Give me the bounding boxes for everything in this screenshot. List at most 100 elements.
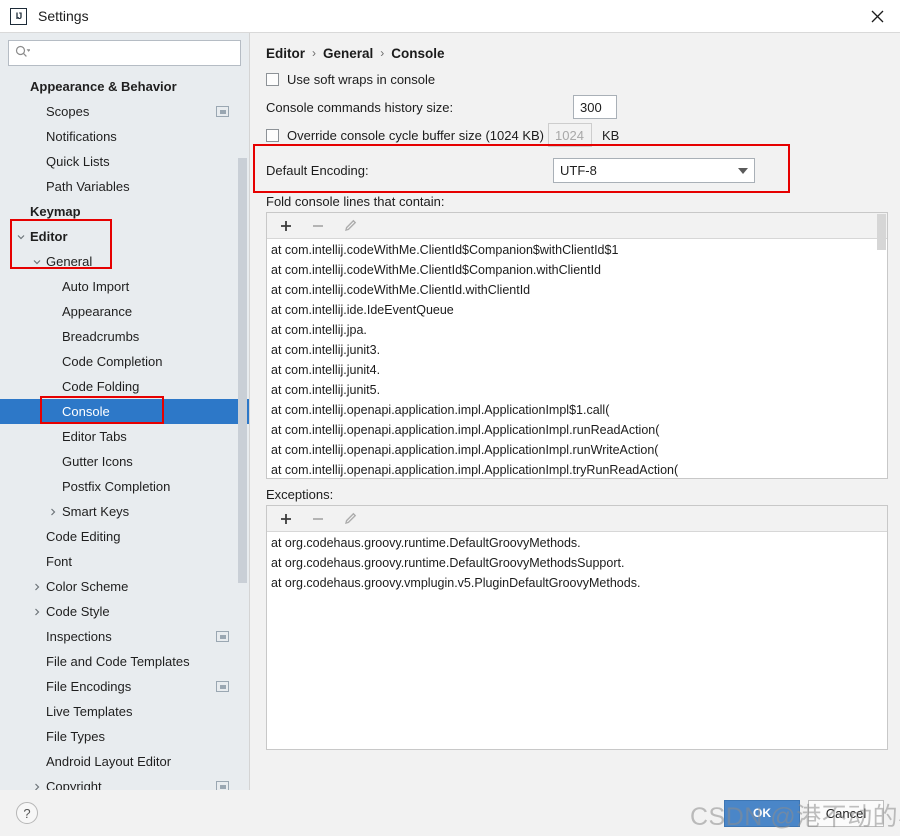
sidebar-item-inspections[interactable]: Inspections: [0, 624, 249, 649]
sidebar-item-postfix-completion[interactable]: Postfix Completion: [0, 474, 249, 499]
sidebar-item-appearance-behavior[interactable]: Appearance & Behavior: [0, 74, 249, 99]
chevron-down-icon: [738, 167, 748, 174]
list-item[interactable]: at com.intellij.openapi.application.impl…: [267, 440, 887, 460]
fold-lines-label: Fold console lines that contain:: [266, 194, 445, 209]
add-icon[interactable]: [277, 217, 295, 235]
fold-list-scrollbar-thumb[interactable]: [877, 214, 886, 250]
sidebar-scrollbar-thumb[interactable]: [238, 158, 247, 583]
history-size-row: Console commands history size: 300: [266, 93, 888, 121]
override-buffer-checkbox[interactable]: [266, 128, 279, 142]
list-item[interactable]: at com.intellij.openapi.application.impl…: [267, 400, 887, 420]
sidebar-item-label: File and Code Templates: [46, 653, 190, 669]
title-bar: IJ Settings: [0, 0, 900, 33]
list-item[interactable]: at org.codehaus.groovy.vmplugin.v5.Plugi…: [267, 573, 887, 593]
list-item[interactable]: at com.intellij.junit5.: [267, 380, 887, 400]
sidebar-item-scopes[interactable]: Scopes: [0, 99, 249, 124]
close-icon[interactable]: [854, 0, 900, 32]
sidebar-item-code-editing[interactable]: Code Editing: [0, 524, 249, 549]
footer-buttons: OK Cancel: [724, 799, 884, 827]
buffer-size-input[interactable]: 1024: [548, 123, 592, 147]
sidebar-item-label: File Encodings: [46, 678, 132, 694]
fold-lines-toolbar: [267, 213, 887, 239]
help-button[interactable]: ?: [16, 802, 38, 824]
exceptions-list[interactable]: at org.codehaus.groovy.runtime.DefaultGr…: [267, 532, 887, 749]
list-item[interactable]: at com.intellij.junit4.: [267, 360, 887, 380]
sidebar-item-auto-import[interactable]: Auto Import: [0, 274, 249, 299]
breadcrumb-item-editor[interactable]: Editor: [266, 46, 305, 61]
sidebar-item-keymap[interactable]: Keymap: [0, 199, 249, 224]
sidebar-item-general[interactable]: General: [0, 249, 249, 274]
list-item[interactable]: at com.intellij.codeWithMe.ClientId$Comp…: [267, 240, 887, 260]
sidebar-item-label: Keymap: [30, 203, 81, 219]
sidebar-item-gutter-icons[interactable]: Gutter Icons: [0, 449, 249, 474]
soft-wraps-row[interactable]: Use soft wraps in console: [266, 66, 888, 92]
sidebar-item-color-scheme[interactable]: Color Scheme: [0, 574, 249, 599]
add-icon[interactable]: [277, 510, 295, 528]
settings-content: Editor › General › Console Use soft wraps in…: [250, 33, 900, 790]
project-scope-icon: [216, 781, 229, 790]
sidebar-item-label: Code Completion: [62, 353, 163, 369]
sidebar-item-copyright[interactable]: Copyright: [0, 774, 249, 790]
chevron-right-icon: [46, 505, 60, 519]
sidebar-item-file-types[interactable]: File Types: [0, 724, 249, 749]
breadcrumb-item-console[interactable]: Console: [391, 46, 444, 61]
sidebar-item-console[interactable]: Console: [0, 399, 249, 424]
settings-dialog: IJ Settings Appearance & Behavior Scopes…: [0, 0, 900, 836]
list-item[interactable]: at com.intellij.ide.IdeEventQueue: [267, 300, 887, 320]
breadcrumb-separator: ›: [380, 46, 385, 60]
breadcrumb: Editor › General › Console: [266, 33, 888, 65]
list-item[interactable]: at com.intellij.openapi.application.impl…: [267, 420, 887, 440]
sidebar-item-label: Console: [62, 403, 110, 419]
sidebar-item-code-style[interactable]: Code Style: [0, 599, 249, 624]
override-buffer-row[interactable]: Override console cycle buffer size (1024…: [266, 122, 888, 148]
sidebar-item-android-layout-editor[interactable]: Android Layout Editor: [0, 749, 249, 774]
sidebar-item-path-variables[interactable]: Path Variables: [0, 174, 249, 199]
ok-button[interactable]: OK: [724, 799, 800, 827]
sidebar-item-notifications[interactable]: Notifications: [0, 124, 249, 149]
sidebar-item-live-templates[interactable]: Live Templates: [0, 699, 249, 724]
sidebar-item-file-encodings[interactable]: File Encodings: [0, 674, 249, 699]
fold-lines-list[interactable]: at com.intellij.codeWithMe.ClientId$Comp…: [267, 239, 887, 478]
cancel-button[interactable]: Cancel: [808, 799, 884, 827]
remove-icon[interactable]: [309, 217, 327, 235]
chevron-right-icon: [30, 605, 44, 619]
edit-pencil-icon[interactable]: [341, 217, 359, 235]
default-encoding-select[interactable]: UTF-8: [553, 158, 755, 183]
list-item[interactable]: at com.intellij.codeWithMe.ClientId.with…: [267, 280, 887, 300]
sidebar-item-code-completion[interactable]: Code Completion: [0, 349, 249, 374]
sidebar-item-label: Quick Lists: [46, 153, 110, 169]
dialog-footer: ? OK Cancel: [0, 790, 900, 836]
search-input[interactable]: [30, 42, 234, 64]
sidebar-item-editor-tabs[interactable]: Editor Tabs: [0, 424, 249, 449]
breadcrumb-separator: ›: [312, 46, 316, 60]
search-box[interactable]: [8, 40, 241, 66]
list-item[interactable]: at org.codehaus.groovy.runtime.DefaultGr…: [267, 553, 887, 573]
sidebar-item-code-folding[interactable]: Code Folding: [0, 374, 249, 399]
sidebar-item-appearance[interactable]: Appearance: [0, 299, 249, 324]
sidebar-item-file-and-code-templates[interactable]: File and Code Templates: [0, 649, 249, 674]
sidebar-item-label: Android Layout Editor: [46, 753, 172, 769]
project-scope-icon: [216, 106, 229, 117]
dialog-body: Appearance & Behavior Scopes Notifications…: [0, 33, 900, 790]
edit-pencil-icon[interactable]: [341, 510, 359, 528]
list-item[interactable]: at com.intellij.openapi.application.impl…: [267, 460, 887, 478]
sidebar-item-smart-keys[interactable]: Smart Keys: [0, 499, 249, 524]
settings-tree[interactable]: Appearance & Behavior Scopes Notifications…: [0, 72, 249, 790]
sidebar-item-label: Appearance & Behavior: [30, 78, 177, 94]
sidebar-item-editor[interactable]: Editor: [0, 224, 249, 249]
list-item[interactable]: at com.intellij.codeWithMe.ClientId$Comp…: [267, 260, 887, 280]
search-icon: [15, 45, 31, 61]
chevron-down-icon: [30, 255, 44, 269]
soft-wraps-checkbox[interactable]: [266, 72, 279, 86]
sidebar-item-quick-lists[interactable]: Quick Lists: [0, 149, 249, 174]
list-item[interactable]: at com.intellij.junit3.: [267, 340, 887, 360]
breadcrumb-item-general[interactable]: General: [323, 46, 373, 61]
sidebar-item-label: Copyright: [46, 778, 102, 791]
sidebar-item-font[interactable]: Font: [0, 549, 249, 574]
history-size-input[interactable]: 300: [573, 95, 617, 119]
soft-wraps-label: Use soft wraps in console: [287, 71, 436, 87]
list-item[interactable]: at com.intellij.jpa.: [267, 320, 887, 340]
sidebar-item-breadcrumbs[interactable]: Breadcrumbs: [0, 324, 249, 349]
list-item[interactable]: at org.codehaus.groovy.runtime.DefaultGr…: [267, 533, 887, 553]
remove-icon[interactable]: [309, 510, 327, 528]
